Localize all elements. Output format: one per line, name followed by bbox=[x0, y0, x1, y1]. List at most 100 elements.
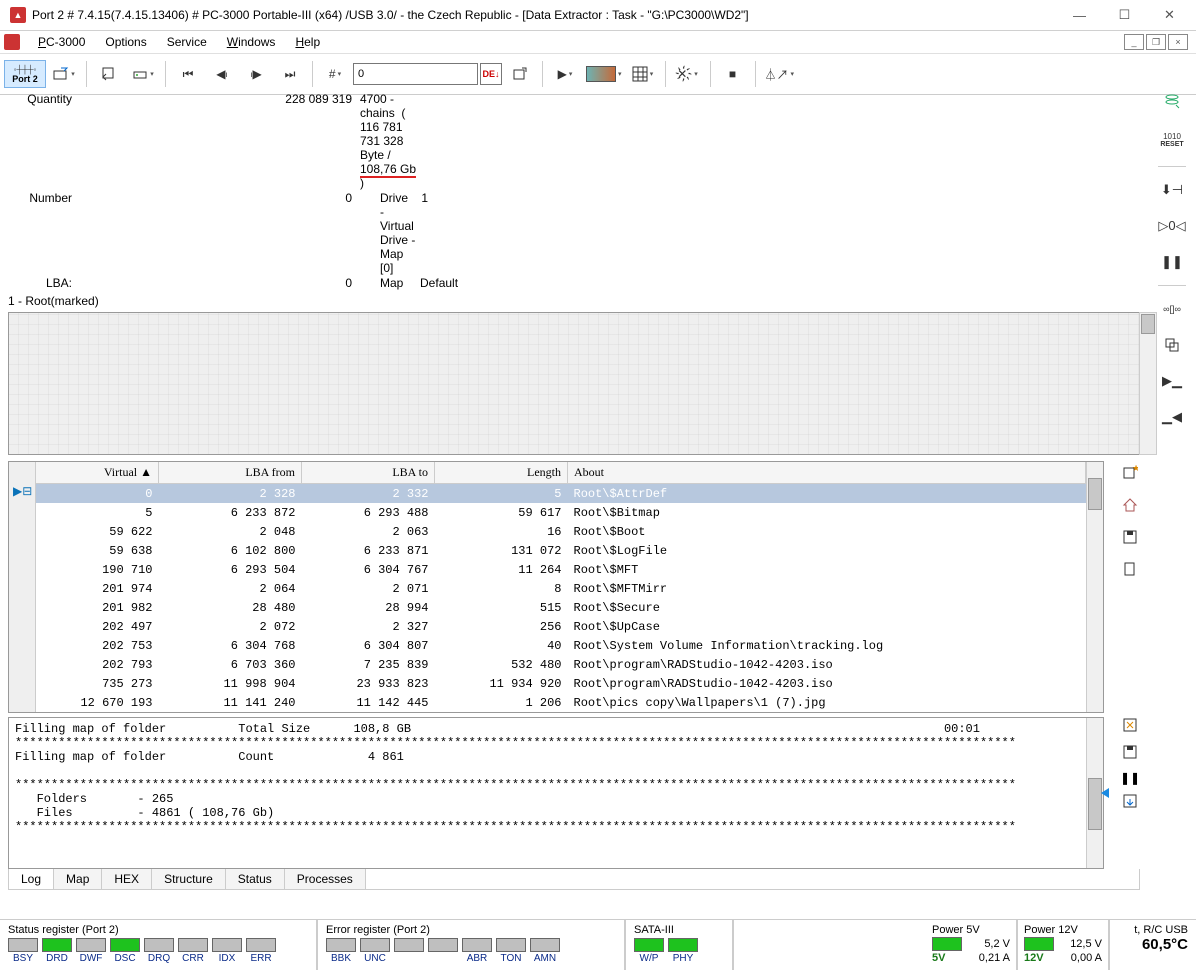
register-cell: ERR bbox=[246, 938, 276, 964]
mdi-minimize-button[interactable]: _ bbox=[1124, 34, 1144, 50]
port-indicator-button[interactable]: ◦┼┼┼◦ Port 2 bbox=[4, 60, 46, 88]
table-scrollbar[interactable] bbox=[1086, 462, 1103, 712]
register-box bbox=[394, 938, 424, 952]
col-lba-to[interactable]: LBA to bbox=[302, 462, 435, 484]
log-scroll-thumb[interactable] bbox=[1088, 778, 1102, 830]
menu-windows[interactable]: Windows bbox=[217, 33, 286, 51]
tools-button[interactable]: ✕҉ bbox=[672, 60, 704, 88]
lba-label: LBA: bbox=[10, 276, 80, 290]
sector-down-button[interactable]: ⬇⊣ bbox=[1157, 177, 1187, 203]
table-row[interactable]: 201 98228 48028 994515Root\$Secure bbox=[36, 598, 1086, 617]
tab-log[interactable]: Log bbox=[9, 868, 54, 889]
cell: 2 048 bbox=[159, 522, 302, 541]
tab-hex[interactable]: HEX bbox=[102, 869, 152, 889]
port-icon: ◦┼┼┼◦ bbox=[14, 65, 37, 74]
col-length[interactable]: Length bbox=[435, 462, 568, 484]
minimize-button[interactable]: — bbox=[1057, 0, 1102, 30]
tab-structure[interactable]: Structure bbox=[152, 869, 226, 889]
table-save-button[interactable] bbox=[1117, 525, 1143, 549]
cell: 2 072 bbox=[159, 617, 302, 636]
sector-map[interactable] bbox=[8, 312, 1140, 455]
disk-stack-button[interactable] bbox=[1157, 88, 1187, 114]
table-row[interactable]: 59 6222 0482 06316Root\$Boot bbox=[36, 522, 1086, 541]
tab-map[interactable]: Map bbox=[54, 869, 102, 889]
table-home-button[interactable] bbox=[1117, 493, 1143, 517]
play-button[interactable]: ▶ bbox=[549, 60, 581, 88]
table-row[interactable]: 190 7106 293 5046 304 76711 264Root\$MFT bbox=[36, 560, 1086, 579]
cell: 6 304 767 bbox=[302, 560, 435, 579]
cell: Root\$MFT bbox=[568, 560, 1086, 579]
cell: 6 703 360 bbox=[159, 655, 302, 674]
cell: 202 753 bbox=[36, 636, 159, 655]
power5-amp: 0,21 A bbox=[979, 952, 1010, 964]
open-task-button[interactable] bbox=[48, 60, 80, 88]
log-expand-button[interactable] bbox=[1122, 717, 1138, 736]
refresh-button[interactable] bbox=[93, 60, 125, 88]
log-save-button[interactable] bbox=[1122, 744, 1138, 763]
close-button[interactable]: ✕ bbox=[1147, 0, 1192, 30]
table-add-button[interactable]: ★ bbox=[1117, 461, 1143, 485]
last-button[interactable]: ⏭ bbox=[274, 60, 306, 88]
mdi-close-button[interactable]: × bbox=[1168, 34, 1188, 50]
map-label: Map bbox=[380, 276, 403, 290]
table-doc-button[interactable] bbox=[1117, 557, 1143, 581]
register-cell: ABR bbox=[462, 938, 492, 964]
cell: 190 710 bbox=[36, 560, 159, 579]
skip-left-button[interactable]: ▁◀ bbox=[1157, 404, 1187, 430]
log-text[interactable]: Filling map of folder Total Size 108,8 G… bbox=[9, 718, 1086, 868]
table-row[interactable]: 59 6386 102 8006 233 871131 072Root\$Log… bbox=[36, 541, 1086, 560]
cell: Root\$Boot bbox=[568, 522, 1086, 541]
mdi-restore-button[interactable]: ❐ bbox=[1146, 34, 1166, 50]
table-row[interactable]: 56 233 8726 293 48859 617Root\$Bitmap bbox=[36, 503, 1086, 522]
table-row[interactable]: 12 670 19311 141 24011 142 4451 206Root\… bbox=[36, 693, 1086, 712]
log-append-button[interactable] bbox=[1122, 793, 1138, 812]
matrix-button[interactable] bbox=[627, 60, 659, 88]
diskette-arrow-icon bbox=[1122, 793, 1138, 809]
stop-button[interactable]: ■ bbox=[717, 60, 749, 88]
colormap-button[interactable] bbox=[583, 60, 625, 88]
col-virtual[interactable]: Virtual ▲ bbox=[36, 462, 159, 484]
cell: Root\$UpCase bbox=[568, 617, 1086, 636]
chain-table-wrap: ▶⊟ Virtual ▲ LBA from LBA to Length Abou… bbox=[8, 461, 1104, 713]
lba-input[interactable] bbox=[353, 63, 478, 85]
skip-right-button[interactable]: ▶▁ bbox=[1157, 368, 1187, 394]
register-cell: CRR bbox=[178, 938, 208, 964]
map-scroll-thumb[interactable] bbox=[1141, 314, 1155, 334]
table-row[interactable]: 202 7536 304 7686 304 80740Root\System V… bbox=[36, 636, 1086, 655]
log-scrollbar[interactable] bbox=[1086, 718, 1103, 868]
temp-value: 60,5°C bbox=[1142, 936, 1188, 953]
copy-region-button[interactable] bbox=[1157, 332, 1187, 358]
seek-button[interactable]: ▷0◁ bbox=[1157, 213, 1187, 239]
col-lba-from[interactable]: LBA from bbox=[159, 462, 302, 484]
export-button[interactable] bbox=[504, 60, 536, 88]
menu-options[interactable]: Options bbox=[95, 33, 156, 51]
table-row[interactable]: 02 3282 3325Root\$AttrDef bbox=[36, 484, 1086, 504]
maximize-button[interactable]: ☐ bbox=[1102, 0, 1147, 30]
table-row[interactable]: 735 27311 998 90423 933 82311 934 920Roo… bbox=[36, 674, 1086, 693]
explorer-button[interactable] bbox=[127, 60, 159, 88]
table-row[interactable]: 202 4972 0722 327256Root\$UpCase bbox=[36, 617, 1086, 636]
table-row[interactable]: 202 7936 703 3607 235 839532 480Root\pro… bbox=[36, 655, 1086, 674]
table-row[interactable]: 201 9742 0642 0718Root\$MFTMirr bbox=[36, 579, 1086, 598]
pause-button[interactable]: ❚❚ bbox=[1157, 249, 1187, 275]
exit-button[interactable]: ⏃↗ bbox=[762, 60, 798, 88]
span-button[interactable]: ∞[]∞ bbox=[1157, 296, 1187, 322]
map-scrollbar[interactable] bbox=[1139, 312, 1157, 455]
reset-button[interactable]: 1010RESET bbox=[1157, 124, 1187, 156]
menu-service[interactable]: Service bbox=[157, 33, 217, 51]
tab-processes[interactable]: Processes bbox=[285, 869, 366, 889]
next-button[interactable]: ı▶ bbox=[240, 60, 272, 88]
log-pause-button[interactable]: ❚❚ bbox=[1120, 771, 1140, 785]
tab-status[interactable]: Status bbox=[226, 869, 285, 889]
cell: 40 bbox=[435, 636, 568, 655]
menu-help[interactable]: Help bbox=[285, 33, 330, 51]
col-about[interactable]: About bbox=[568, 462, 1086, 484]
first-button[interactable]: ⏮ bbox=[172, 60, 204, 88]
power12-indicator bbox=[1024, 937, 1054, 951]
cell: 12 670 193 bbox=[36, 693, 159, 712]
table-scroll-thumb[interactable] bbox=[1088, 478, 1102, 510]
menu-pc3000[interactable]: PC-3000 bbox=[28, 33, 95, 51]
chain-table[interactable]: Virtual ▲ LBA from LBA to Length About 0… bbox=[36, 462, 1086, 712]
grid-button[interactable]: # bbox=[319, 60, 351, 88]
prev-button[interactable]: ◀ı bbox=[206, 60, 238, 88]
